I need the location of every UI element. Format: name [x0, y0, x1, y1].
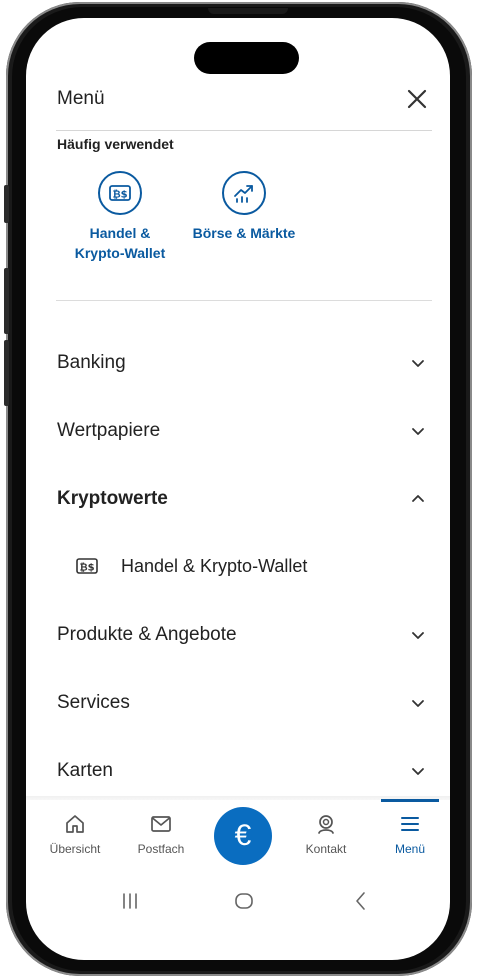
menu-item-services[interactable]: Services: [26, 683, 450, 723]
menu-item-label: Kryptowerte: [57, 488, 168, 509]
svg-text:₿$: ₿$: [79, 562, 94, 574]
close-button[interactable]: [404, 86, 430, 112]
nav-item-label: Postfach: [137, 842, 185, 856]
hamburger-icon: [401, 817, 419, 831]
crypto-trade-icon: ₿$: [98, 171, 142, 215]
menu-item-banking[interactable]: Banking: [26, 343, 450, 383]
chart-growth-icon: [222, 171, 266, 215]
quick-tile-label: Handel &: [89, 225, 151, 241]
nav-item-postfach[interactable]: Postfach: [126, 812, 196, 856]
menu-item-label: Banking: [57, 352, 126, 373]
chevron-down-icon: [412, 768, 424, 775]
dynamic-island: [194, 42, 299, 74]
menu-item-label: Services: [57, 692, 130, 713]
menu-item-karten[interactable]: Karten: [26, 751, 450, 791]
nav-item-label: Kontakt: [305, 842, 347, 856]
mail-icon: [151, 816, 171, 832]
quick-tile-boerse-maerkte[interactable]: Börse & Märkte: [184, 171, 304, 243]
nav-item-uebersicht[interactable]: Übersicht: [40, 812, 110, 856]
recent-apps-icon[interactable]: [115, 886, 145, 916]
quick-tile-label: Krypto-Wallet: [74, 245, 166, 261]
menu-item-wertpapiere[interactable]: Wertpapiere: [26, 411, 450, 451]
menu-item-label: Karten: [57, 760, 113, 781]
chevron-down-icon: [412, 632, 424, 639]
nav-item-kontakt[interactable]: Kontakt: [291, 812, 361, 856]
crypto-trade-icon: ₿$: [76, 558, 98, 574]
home-button-icon[interactable]: [229, 886, 259, 916]
nav-item-label: Übersicht: [49, 842, 101, 856]
chevron-up-icon: [412, 495, 424, 502]
euro-icon: €: [234, 819, 252, 852]
submenu-item-label: Handel & Krypto-Wallet: [121, 555, 308, 576]
close-icon: [407, 89, 427, 109]
quick-tile-crypto-trade[interactable]: ₿$ Handel & Krypto-Wallet: [57, 171, 183, 263]
chevron-down-icon: [412, 360, 424, 367]
home-icon: [66, 815, 84, 833]
active-tab-indicator: [381, 799, 439, 802]
submenu-item-crypto-trade[interactable]: ₿$ Handel & Krypto-Wallet: [26, 546, 450, 586]
side-button: [4, 268, 9, 334]
nav-item-label: Menü: [394, 842, 426, 856]
quick-tile-label: Börse & Märkte: [192, 225, 296, 241]
side-button: [4, 185, 9, 223]
svg-text:₿$: ₿$: [112, 189, 127, 201]
menu-item-produkte-angebote[interactable]: Produkte & Angebote: [26, 615, 450, 655]
headset-icon: [318, 815, 334, 834]
section-label-frequently-used: Häufig verwendet: [57, 136, 174, 152]
menu-item-label: Wertpapiere: [57, 420, 161, 441]
app-screen: Menü Häufig verwendet ₿$ Handel & Krypto…: [26, 18, 450, 960]
speaker-grille: [208, 8, 288, 14]
euro-action-button[interactable]: €: [214, 807, 272, 865]
chevron-down-icon: [412, 428, 424, 435]
menu-item-kryptowerte[interactable]: Kryptowerte: [26, 479, 450, 519]
page-title: Menü: [57, 88, 105, 109]
chevron-down-icon: [412, 700, 424, 707]
side-button: [4, 340, 9, 406]
section-divider: [56, 300, 432, 301]
nav-item-menu[interactable]: Menü: [375, 812, 445, 856]
menu-item-label: Produkte & Angebote: [57, 624, 237, 645]
header-divider: [56, 130, 432, 131]
back-icon[interactable]: [346, 886, 376, 916]
